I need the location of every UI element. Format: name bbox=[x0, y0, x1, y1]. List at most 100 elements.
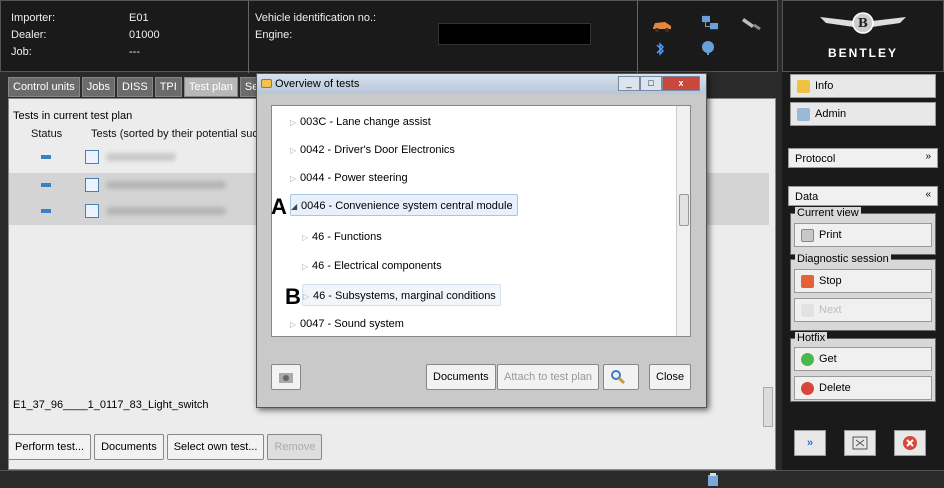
admin-button[interactable]: Admin bbox=[790, 102, 936, 126]
current-view-label: Current view bbox=[795, 207, 861, 219]
tree-scrollbar[interactable] bbox=[676, 106, 690, 336]
blurred-test-name bbox=[106, 181, 226, 189]
expand-icon[interactable]: ▷ bbox=[290, 168, 300, 190]
delete-icon bbox=[801, 382, 814, 395]
col-status[interactable]: Status bbox=[9, 125, 85, 143]
annotation-marker-a: A bbox=[271, 194, 287, 219]
stop-label: Stop bbox=[819, 275, 842, 287]
get-icon bbox=[801, 353, 814, 366]
print-button[interactable]: Print bbox=[794, 223, 932, 247]
tests-tree: ▷ 003C - Lane change assist ▷ 0042 - Drive… bbox=[271, 105, 691, 337]
expand-icon[interactable]: ▷ bbox=[303, 286, 313, 308]
forward-icon[interactable]: » bbox=[794, 430, 826, 456]
panel-title: Tests in current test plan bbox=[13, 110, 133, 122]
network-icon[interactable] bbox=[699, 15, 721, 31]
documents-button[interactable]: Documents bbox=[94, 434, 164, 460]
scrollbar[interactable] bbox=[763, 387, 773, 427]
tree-item-label: 46 - Functions bbox=[312, 231, 382, 243]
chevron-down-icon: » bbox=[925, 151, 931, 162]
col-tests[interactable]: Tests (sorted by their potential suc bbox=[85, 125, 264, 143]
data-section[interactable]: Data « bbox=[788, 186, 938, 206]
test-checkbox[interactable] bbox=[85, 150, 99, 164]
close-icon[interactable]: x bbox=[662, 76, 700, 91]
clipboard-icon[interactable] bbox=[706, 473, 720, 487]
dialog-title: Overview of tests bbox=[275, 78, 360, 90]
protocol-section[interactable]: Protocol » bbox=[788, 148, 938, 168]
status-indicator bbox=[41, 209, 51, 213]
header-divider bbox=[248, 1, 249, 73]
next-icon bbox=[801, 304, 814, 317]
next-button[interactable]: Next bbox=[794, 298, 932, 322]
hotfix-label: Hotfix bbox=[795, 332, 828, 344]
flashlight-icon[interactable] bbox=[741, 15, 763, 31]
remove-button[interactable]: Remove bbox=[267, 434, 323, 460]
tree-subitem[interactable]: ▷ 46 - Electrical components bbox=[302, 255, 442, 277]
bluetooth-icon[interactable] bbox=[653, 41, 667, 57]
tree-subitem-hover[interactable]: ▷ 46 - Subsystems, marginal conditions bbox=[302, 284, 501, 306]
exit-icon[interactable] bbox=[894, 430, 926, 456]
sidebar-footer: » bbox=[788, 430, 938, 464]
search-button[interactable] bbox=[603, 364, 639, 390]
selected-test-name: E1_37_96____1_0117_83_Light_switch bbox=[13, 399, 209, 411]
tree-item-selected[interactable]: ◢ 0046 - Convenience system central modul… bbox=[290, 194, 518, 216]
delete-button[interactable]: Delete bbox=[794, 376, 932, 400]
attach-to-test-plan-button[interactable]: Attach to test plan bbox=[497, 364, 600, 390]
tree-item[interactable]: ▷ 0044 - Power steering bbox=[290, 167, 408, 189]
expand-icon[interactable]: ▷ bbox=[290, 112, 300, 134]
tab-control-units[interactable]: Control units bbox=[8, 77, 80, 97]
scroll-thumb[interactable] bbox=[679, 194, 689, 226]
tab-jobs[interactable]: Jobs bbox=[81, 77, 116, 97]
tree-item[interactable]: ▷ 0042 - Driver's Door Electronics bbox=[290, 139, 455, 161]
tree-item-label: 003C - Lane change assist bbox=[300, 116, 431, 128]
dealer-info: Importer: E01 Dealer: 01000 Job: --- bbox=[11, 10, 160, 61]
blurred-test-name bbox=[106, 207, 226, 215]
importer-value: E01 bbox=[129, 12, 149, 24]
maximize-icon[interactable]: □ bbox=[640, 76, 662, 91]
expand-icon[interactable]: ▷ bbox=[290, 140, 300, 162]
panel-actions: Perform test... Documents Select own tes… bbox=[8, 434, 323, 460]
status-bar bbox=[0, 470, 944, 488]
perform-test-button[interactable]: Perform test... bbox=[8, 434, 92, 460]
importer-label: Importer: bbox=[11, 12, 56, 24]
help-icon[interactable] bbox=[699, 39, 717, 57]
tree-item-label: 0042 - Driver's Door Electronics bbox=[300, 144, 455, 156]
minimize-icon[interactable]: _ bbox=[618, 76, 640, 91]
test-checkbox[interactable] bbox=[85, 204, 99, 218]
select-own-test-button[interactable]: Select own test... bbox=[166, 434, 265, 460]
dealer-value: 01000 bbox=[129, 29, 160, 41]
protocol-label: Protocol bbox=[795, 153, 836, 165]
stop-button[interactable]: Stop bbox=[794, 269, 932, 293]
tab-diss[interactable]: DISS bbox=[117, 77, 153, 97]
car-icon[interactable] bbox=[651, 17, 673, 33]
tree-item[interactable]: ▷ 0047 - Sound system bbox=[290, 313, 404, 335]
tree-subitem[interactable]: ▷ 46 - Functions bbox=[302, 226, 382, 248]
diagnostic-session-label: Diagnostic session bbox=[795, 253, 891, 265]
right-sidebar: Info Admin Protocol » Data « Current view … bbox=[782, 72, 944, 470]
next-label: Next bbox=[819, 304, 842, 316]
camera-icon bbox=[279, 373, 293, 383]
tab-tpi[interactable]: TPI bbox=[154, 77, 182, 97]
vin-value-redacted bbox=[438, 23, 591, 45]
screenshot-icon[interactable] bbox=[844, 430, 876, 456]
tree-item[interactable]: ▷ 003C - Lane change assist bbox=[290, 111, 431, 133]
get-button[interactable]: Get bbox=[794, 347, 932, 371]
dialog-titlebar[interactable]: Overview of tests _ □ x bbox=[257, 74, 706, 94]
expand-icon[interactable]: ▷ bbox=[290, 314, 300, 336]
collapse-icon[interactable]: ◢ bbox=[291, 196, 301, 218]
test-checkbox[interactable] bbox=[85, 178, 99, 192]
current-view-group: Current view Print bbox=[790, 207, 936, 255]
camera-button[interactable] bbox=[271, 364, 301, 390]
close-button[interactable]: Close bbox=[649, 364, 692, 390]
chevron-up-icon: « bbox=[925, 189, 931, 200]
tab-test-plan[interactable]: Test plan bbox=[183, 77, 238, 97]
info-button[interactable]: Info bbox=[790, 74, 936, 98]
app-window: Importer: E01 Dealer: 01000 Job: --- Vehicl… bbox=[0, 0, 944, 488]
info-label: Info bbox=[815, 80, 834, 92]
bentley-wings-icon: B bbox=[820, 12, 906, 34]
annotation-marker-b: B bbox=[285, 284, 301, 309]
expand-icon[interactable]: ▷ bbox=[302, 256, 312, 278]
documents-button-dialog[interactable]: Documents bbox=[426, 364, 496, 390]
expand-icon[interactable]: ▷ bbox=[302, 227, 312, 249]
blurred-test-name bbox=[106, 153, 176, 161]
tree-item-label: 0046 - Convenience system central module bbox=[301, 200, 513, 212]
